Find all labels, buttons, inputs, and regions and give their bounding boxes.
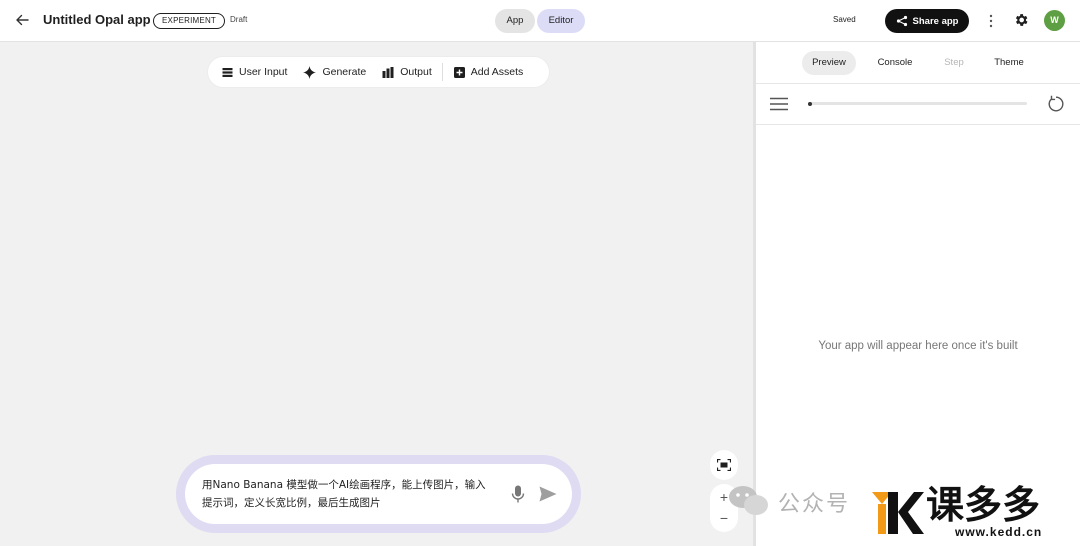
app-title[interactable]: Untitled Opal app <box>43 12 151 27</box>
app-mode-button[interactable]: App <box>495 9 535 33</box>
fit-to-screen-button[interactable] <box>710 450 738 480</box>
output-tool[interactable]: Output <box>382 66 432 78</box>
prompt-text[interactable]: 用Nano Banana 模型做一个AI绘画程序，能上传图片，输入提示词，定义长… <box>202 476 492 512</box>
tab-preview[interactable]: Preview <box>802 51 856 75</box>
generate-label: Generate <box>322 66 367 78</box>
fit-view-icon <box>717 459 731 471</box>
watermark-logo-icon <box>872 486 924 538</box>
experiment-badge: EXPERIMENT <box>153 13 226 29</box>
tab-theme[interactable]: Theme <box>988 51 1030 75</box>
user-input-tool[interactable]: User Input <box>222 66 287 78</box>
watermark-brand: 课多多 <box>926 483 1041 527</box>
share-app-button[interactable]: Share app <box>885 9 969 33</box>
run-progress-indicator <box>808 101 812 106</box>
add-assets-tool[interactable]: Add Assets <box>453 66 524 78</box>
share-icon <box>896 15 907 27</box>
node-toolbar: User Input Generate Output Add Assets <box>208 57 549 87</box>
run-progress-bar <box>808 102 1027 105</box>
bar-chart-icon <box>382 66 394 78</box>
watermark-url: www.kedd.cn <box>955 525 1043 539</box>
toolbar-divider <box>441 63 443 81</box>
editor-mode-button[interactable]: Editor <box>537 9 585 33</box>
add-assets-label: Add Assets <box>470 66 524 78</box>
user-avatar[interactable]: W <box>1044 10 1065 31</box>
tab-console[interactable]: Console <box>871 51 919 75</box>
output-label: Output <box>400 66 432 78</box>
microphone-icon[interactable] <box>511 485 525 503</box>
back-arrow-icon[interactable] <box>12 10 32 30</box>
tab-step[interactable]: Step <box>937 51 971 75</box>
watermark-channel-text: 公众号 <box>778 492 851 517</box>
menu-icon[interactable] <box>770 97 788 111</box>
add-box-icon <box>453 66 465 78</box>
user-input-icon <box>222 67 233 77</box>
empty-preview-message: Your app will appear here once it's buil… <box>818 340 1018 352</box>
wechat-watermark-icon <box>728 484 770 518</box>
settings-gear-icon[interactable] <box>1013 12 1029 28</box>
sparkle-icon <box>303 65 317 79</box>
more-options-icon[interactable] <box>985 12 997 30</box>
send-icon[interactable] <box>539 486 557 502</box>
share-app-label: Share app <box>912 15 959 27</box>
draft-status: Draft <box>230 15 248 24</box>
generate-tool[interactable]: Generate <box>303 65 367 79</box>
restart-icon[interactable] <box>1047 95 1065 113</box>
save-status: Saved <box>833 15 856 24</box>
user-input-label: User Input <box>239 66 288 78</box>
